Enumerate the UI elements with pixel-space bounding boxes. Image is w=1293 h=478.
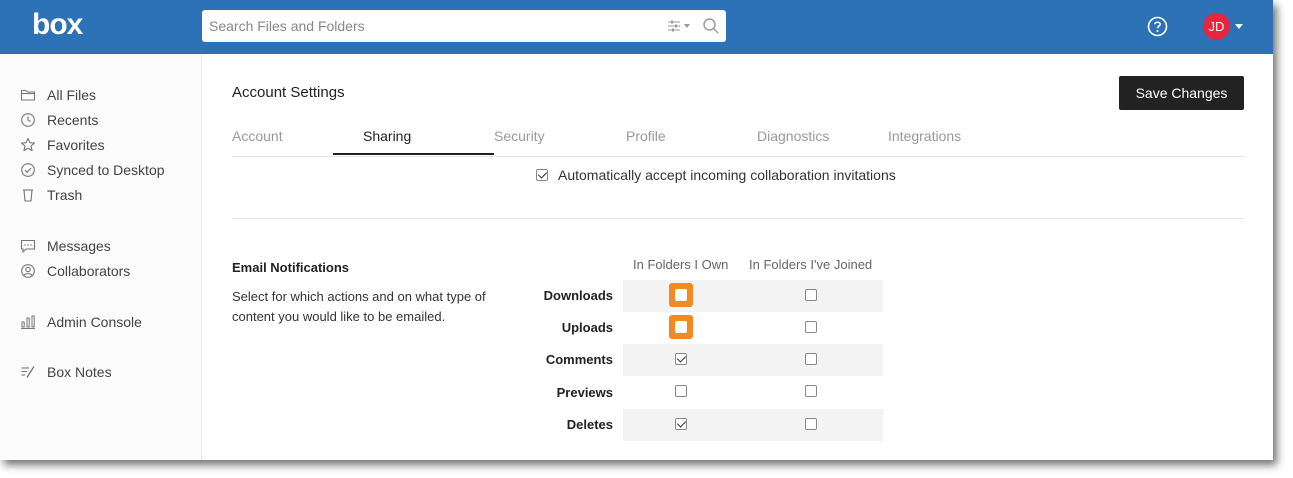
app-window: box JD [0, 0, 1273, 460]
sidebar-item-favorites[interactable]: Favorites [20, 134, 105, 156]
settings-tabs: Account Sharing Security Profile Diagnos… [232, 124, 1244, 157]
sidebar-item-label: Synced to Desktop [47, 162, 165, 178]
table-row [623, 280, 883, 312]
row-label-downloads: Downloads [543, 288, 613, 303]
auto-accept-checkbox[interactable] [536, 169, 548, 181]
downloads-own-checkbox[interactable] [675, 289, 687, 301]
sidebar-item-admin-console[interactable]: Admin Console [20, 311, 142, 333]
highlight-marker [669, 283, 693, 307]
message-icon [20, 239, 36, 254]
uploads-own-checkbox[interactable] [675, 321, 687, 333]
deletes-own-checkbox[interactable] [675, 418, 687, 430]
previews-joined-checkbox[interactable] [805, 385, 817, 397]
tab-diagnostics[interactable]: Diagnostics [757, 128, 829, 144]
deletes-joined-checkbox[interactable] [805, 418, 817, 430]
save-button[interactable]: Save Changes [1119, 76, 1244, 110]
sidebar-item-label: Recents [47, 112, 99, 128]
bar-chart-icon [21, 315, 35, 329]
active-tab-indicator [333, 153, 494, 155]
top-bar: box JD [0, 0, 1273, 54]
sidebar-item-messages[interactable]: Messages [20, 235, 111, 257]
column-header-joined: In Folders I've Joined [749, 257, 873, 272]
folder-icon [20, 89, 36, 101]
highlight-marker [669, 315, 693, 339]
sidebar-item-label: Collaborators [47, 263, 131, 279]
sidebar-item-box-notes[interactable]: Box Notes [20, 361, 112, 383]
sidebar-item-label: Admin Console [47, 314, 142, 330]
sidebar-item-collaborators[interactable]: Collaborators [20, 260, 130, 282]
sidebar-item-recents[interactable]: Recents [20, 109, 98, 131]
column-header-own: In Folders I Own [633, 257, 729, 272]
table-row [623, 344, 883, 376]
table-row [623, 409, 883, 441]
tab-security[interactable]: Security [494, 128, 545, 144]
search-input[interactable] [202, 10, 649, 42]
email-notifications-description: Select for which actions and on what typ… [232, 289, 486, 324]
search-icon[interactable] [702, 17, 720, 35]
notes-icon [21, 366, 35, 378]
email-notifications-title: Email Notifications [232, 260, 350, 275]
sidebar-item-label: Box Notes [47, 364, 112, 380]
check-circle-icon [21, 163, 35, 177]
sidebar-item-label: Messages [47, 238, 111, 254]
avatar[interactable]: JD [1203, 13, 1230, 40]
row-label-comments: Comments [545, 352, 613, 367]
tab-integrations[interactable]: Integrations [888, 128, 961, 144]
auto-accept-option: Automatically accept incoming collaborat… [536, 167, 896, 183]
sidebar-item-all-files[interactable]: All Files [20, 84, 96, 106]
uploads-joined-checkbox[interactable] [805, 321, 817, 333]
auto-accept-label: Automatically accept incoming collaborat… [558, 167, 896, 183]
search-bar [202, 10, 726, 42]
trash-icon [23, 189, 33, 202]
tab-sharing[interactable]: Sharing [363, 128, 411, 144]
tab-profile[interactable]: Profile [626, 128, 666, 144]
main-content: Account Settings Save Changes Account Sh… [202, 54, 1273, 460]
section-divider [232, 218, 1244, 219]
page-title: Account Settings [232, 84, 345, 101]
star-icon [20, 137, 36, 152]
previews-own-checkbox[interactable] [675, 385, 687, 397]
sidebar-item-label: All Files [47, 87, 97, 103]
box-logo[interactable]: box [32, 8, 83, 42]
user-circle-icon [21, 264, 35, 278]
chevron-down-icon[interactable] [1235, 24, 1243, 29]
clock-icon [21, 113, 35, 127]
row-label-deletes: Deletes [566, 417, 613, 432]
sidebar-item-label: Favorites [47, 137, 105, 153]
help-icon[interactable] [1147, 16, 1168, 37]
comments-joined-checkbox[interactable] [805, 353, 817, 365]
sidebar-item-trash[interactable]: Trash [20, 184, 82, 206]
sidebar-item-synced[interactable]: Synced to Desktop [20, 159, 165, 181]
row-label-previews: Previews [556, 385, 613, 400]
filter-icon[interactable] [667, 19, 691, 33]
sidebar: All Files Recents Favorites Synced to De… [0, 54, 202, 460]
comments-own-checkbox[interactable] [675, 353, 687, 365]
downloads-joined-checkbox[interactable] [805, 289, 817, 301]
tab-account[interactable]: Account [232, 128, 283, 144]
row-label-uploads: Uploads [561, 320, 613, 335]
sidebar-item-label: Trash [47, 187, 83, 203]
